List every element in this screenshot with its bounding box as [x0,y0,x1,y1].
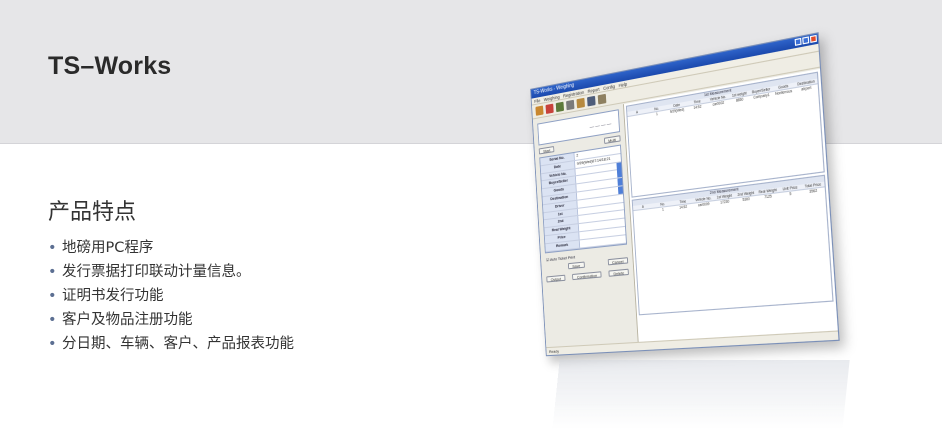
features-heading: 产品特点 [48,200,137,225]
app-screenshot: TS-Works - Weighing File Weighing Regist… [528,32,858,372]
feature-list: 地磅用PC程序 发行票据打印联动计量信息。 证明书发行功能 客户及物品注册功能 … [48,236,294,356]
app-window: TS-Works - Weighing File Weighing Regist… [530,32,840,357]
report-icon[interactable] [597,93,607,105]
output-button[interactable]: Output [546,274,566,283]
multi-button[interactable]: Multi [603,135,621,145]
scale-icon[interactable] [535,105,544,116]
feature-item: 地磅用PC程序 [48,236,294,260]
picker-icon[interactable] [617,186,623,195]
picker-icon[interactable] [616,170,622,178]
close-icon[interactable] [809,34,818,43]
weigh-icon[interactable] [545,103,554,115]
feature-item: 证明书发行功能 [48,284,294,308]
picker-icon[interactable] [616,161,622,170]
screenshot-reflection [552,360,850,430]
tool-icon[interactable] [587,95,596,107]
product-title: TS–Works [48,52,172,80]
home-icon[interactable] [576,97,585,109]
weighing-panel: — — — — Start Multi Serial No. 2 Date 9/29… [532,104,639,348]
feature-item: 分日期、车辆、客户、产品报表功能 [48,332,294,356]
cancel-button[interactable]: Cancel [607,256,629,265]
menu-file[interactable]: File [534,97,540,104]
minimize-icon[interactable] [794,37,802,46]
print-icon[interactable] [566,99,575,111]
maximize-icon[interactable] [802,36,810,45]
ticket-form: Serial No. 2 Date 9/29(Wed)07:14/18:21 Veh… [539,144,628,253]
save-button[interactable]: Save [567,261,585,269]
scale-readout-icon: — — — — [589,120,612,131]
records-panel: 1st Measurement A No. Date Time Vehicle No. 1… [623,68,838,342]
start-button[interactable]: Start [538,145,555,155]
second-measurement-grid[interactable]: 2nd Measurement A No. Time Vehicle No. 1st W… [631,174,834,316]
truck-icon[interactable] [555,101,565,113]
picker-icon[interactable] [617,178,623,187]
feature-item: 发行票据打印联动计量信息。 [48,260,294,284]
confirmation-button[interactable]: Confirmation [572,270,602,280]
feature-item: 客户及物品注册功能 [48,308,294,332]
delete-button[interactable]: Delete [608,268,629,277]
